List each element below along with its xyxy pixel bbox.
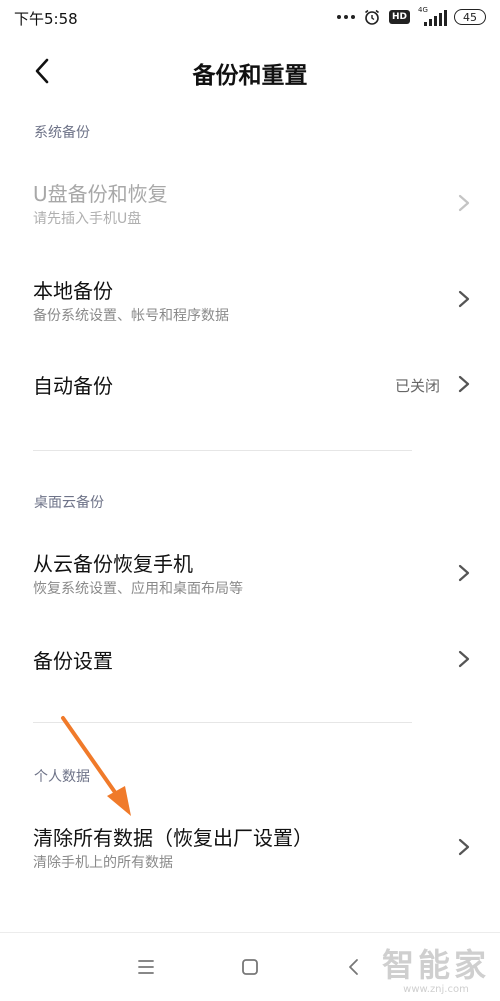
- restore-from-cloud-title: 从云备份恢复手机: [33, 552, 193, 576]
- local-backup-title: 本地备份: [33, 279, 113, 303]
- section-label-system-backup: 系统备份: [34, 125, 90, 141]
- section-label-cloud-backup: 桌面云备份: [34, 495, 104, 511]
- home-icon[interactable]: [236, 953, 264, 981]
- back-icon[interactable]: [340, 953, 368, 981]
- auto-backup-title: 自动备份: [33, 374, 113, 398]
- auto-backup-item[interactable]: 自动备份 已关闭: [0, 360, 500, 410]
- chevron-right-icon: [458, 650, 470, 668]
- section-divider: [33, 450, 412, 451]
- chevron-right-icon: [458, 194, 470, 212]
- signal-icon: 4G: [418, 6, 447, 26]
- battery-icon: 45: [454, 9, 486, 25]
- battery-level: 45: [463, 10, 477, 24]
- app-header: 备份和重置: [0, 46, 500, 98]
- restore-from-cloud-item[interactable]: 从云备份恢复手机 恢复系统设置、应用和桌面布局等: [0, 538, 500, 608]
- chevron-right-icon: [458, 838, 470, 856]
- local-backup-item[interactable]: 本地备份 备份系统设置、帐号和程序数据: [0, 265, 500, 335]
- chevron-right-icon: [458, 290, 470, 308]
- restore-from-cloud-subtitle: 恢复系统设置、应用和桌面布局等: [33, 581, 243, 597]
- backup-settings-item[interactable]: 备份设置: [0, 635, 500, 685]
- more-notifications-icon: [336, 15, 355, 19]
- local-backup-subtitle: 备份系统设置、帐号和程序数据: [33, 308, 229, 324]
- usb-backup-item[interactable]: U盘备份和恢复 请先插入手机U盘: [0, 168, 500, 238]
- hd-voice-icon: HD: [388, 10, 410, 24]
- alarm-icon: [364, 9, 379, 25]
- factory-reset-title: 清除所有数据（恢复出厂设置）: [33, 826, 313, 850]
- backup-settings-title: 备份设置: [33, 649, 113, 673]
- status-bar: 下午5:58 HD 4G 45: [0, 0, 500, 36]
- usb-backup-title: U盘备份和恢复: [33, 182, 168, 206]
- usb-backup-subtitle: 请先插入手机U盘: [33, 211, 142, 227]
- status-icons: HD 4G 45: [336, 6, 486, 28]
- chevron-right-icon: [458, 375, 470, 393]
- menu-icon[interactable]: [132, 953, 160, 981]
- watermark: 智能家 www.znj.com: [382, 940, 490, 995]
- auto-backup-status: 已关闭: [394, 377, 440, 395]
- chevron-right-icon: [458, 564, 470, 582]
- watermark-text: 智能家: [381, 946, 490, 984]
- page-title: 备份和重置: [192, 63, 308, 89]
- factory-reset-subtitle: 清除手机上的所有数据: [33, 855, 173, 871]
- status-time: 下午5:58: [14, 10, 78, 28]
- annotation-arrow: [61, 716, 131, 816]
